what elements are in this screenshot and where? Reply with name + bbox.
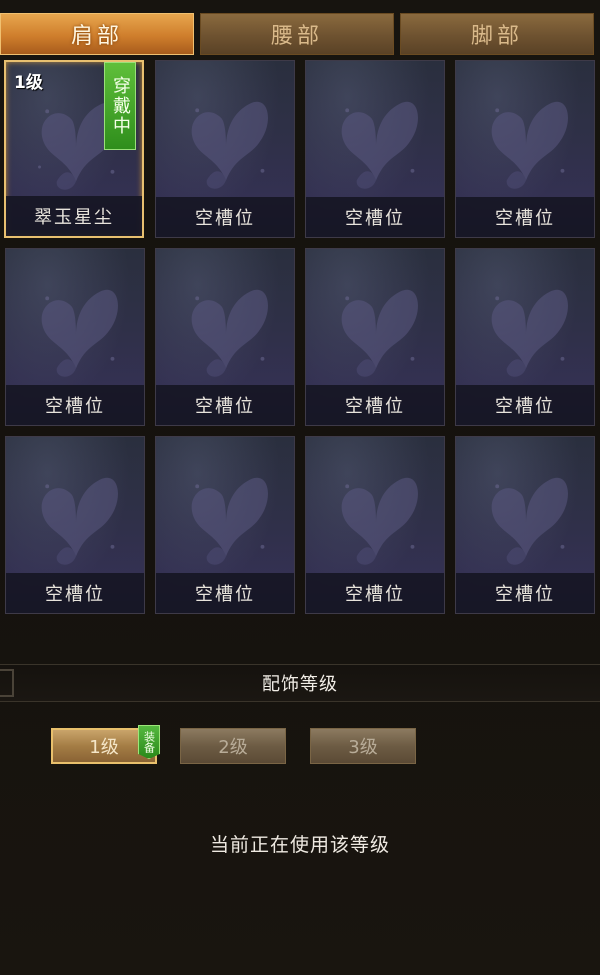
tab-shoulder[interactable]: 肩部 <box>0 13 194 55</box>
slot-name: 空槽位 <box>156 197 294 237</box>
empty-slot[interactable]: 空槽位 <box>455 436 595 614</box>
level-3-button[interactable]: 3级 <box>310 728 416 764</box>
empty-slot[interactable]: 空槽位 <box>155 248 295 426</box>
slot-name: 翠玉星尘 <box>6 196 142 236</box>
empty-slot[interactable]: 空槽位 <box>455 248 595 426</box>
slot-name: 空槽位 <box>456 385 594 425</box>
slot-name: 空槽位 <box>306 385 444 425</box>
slot-name: 空槽位 <box>456 573 594 613</box>
empty-slot[interactable]: 空槽位 <box>305 60 445 238</box>
slot-name: 空槽位 <box>306 573 444 613</box>
slot-name: 空槽位 <box>6 573 144 613</box>
butterfly-icon <box>341 477 418 565</box>
tab-feet[interactable]: 脚部 <box>400 13 594 55</box>
butterfly-icon <box>491 477 568 565</box>
butterfly-icon <box>341 101 418 189</box>
slot-name: 空槽位 <box>306 197 444 237</box>
butterfly-icon <box>191 477 268 565</box>
empty-slot[interactable]: 空槽位 <box>5 436 145 614</box>
level-2-button[interactable]: 2级 <box>180 728 286 764</box>
slot-level-label: 1级 <box>14 73 43 93</box>
accessory-level-header: 配饰等级 <box>0 664 600 702</box>
slot-name: 空槽位 <box>156 385 294 425</box>
butterfly-icon <box>191 289 268 377</box>
butterfly-icon <box>491 289 568 377</box>
equipped-tag-text: 装备 <box>142 731 156 753</box>
butterfly-icon <box>41 289 118 377</box>
slot-name: 空槽位 <box>456 197 594 237</box>
butterfly-icon <box>491 101 568 189</box>
butterfly-icon <box>191 101 268 189</box>
butterfly-icon <box>41 477 118 565</box>
empty-slot[interactable]: 空槽位 <box>305 248 445 426</box>
empty-slot[interactable]: 空槽位 <box>455 60 595 238</box>
wearing-badge: 穿戴中 <box>104 62 136 150</box>
slot-tabs: 肩部 腰部 脚部 <box>0 13 600 57</box>
butterfly-icon <box>341 289 418 377</box>
empty-slot[interactable]: 空槽位 <box>5 248 145 426</box>
status-text: 当前正在使用该等级 <box>209 834 390 856</box>
tab-waist[interactable]: 腰部 <box>200 13 394 55</box>
slot-name: 空槽位 <box>156 573 294 613</box>
section-title: 配饰等级 <box>262 674 338 695</box>
slot-name: 空槽位 <box>6 385 144 425</box>
empty-slot[interactable]: 空槽位 <box>155 436 295 614</box>
empty-slot[interactable]: 空槽位 <box>305 436 445 614</box>
empty-slot[interactable]: 空槽位 <box>155 60 295 238</box>
equipped-tag: 装备 <box>138 725 160 759</box>
wearing-badge-text: 穿戴中 <box>110 76 131 136</box>
accessory-slot[interactable]: 1级 穿戴中 翠玉星尘 <box>4 60 144 238</box>
